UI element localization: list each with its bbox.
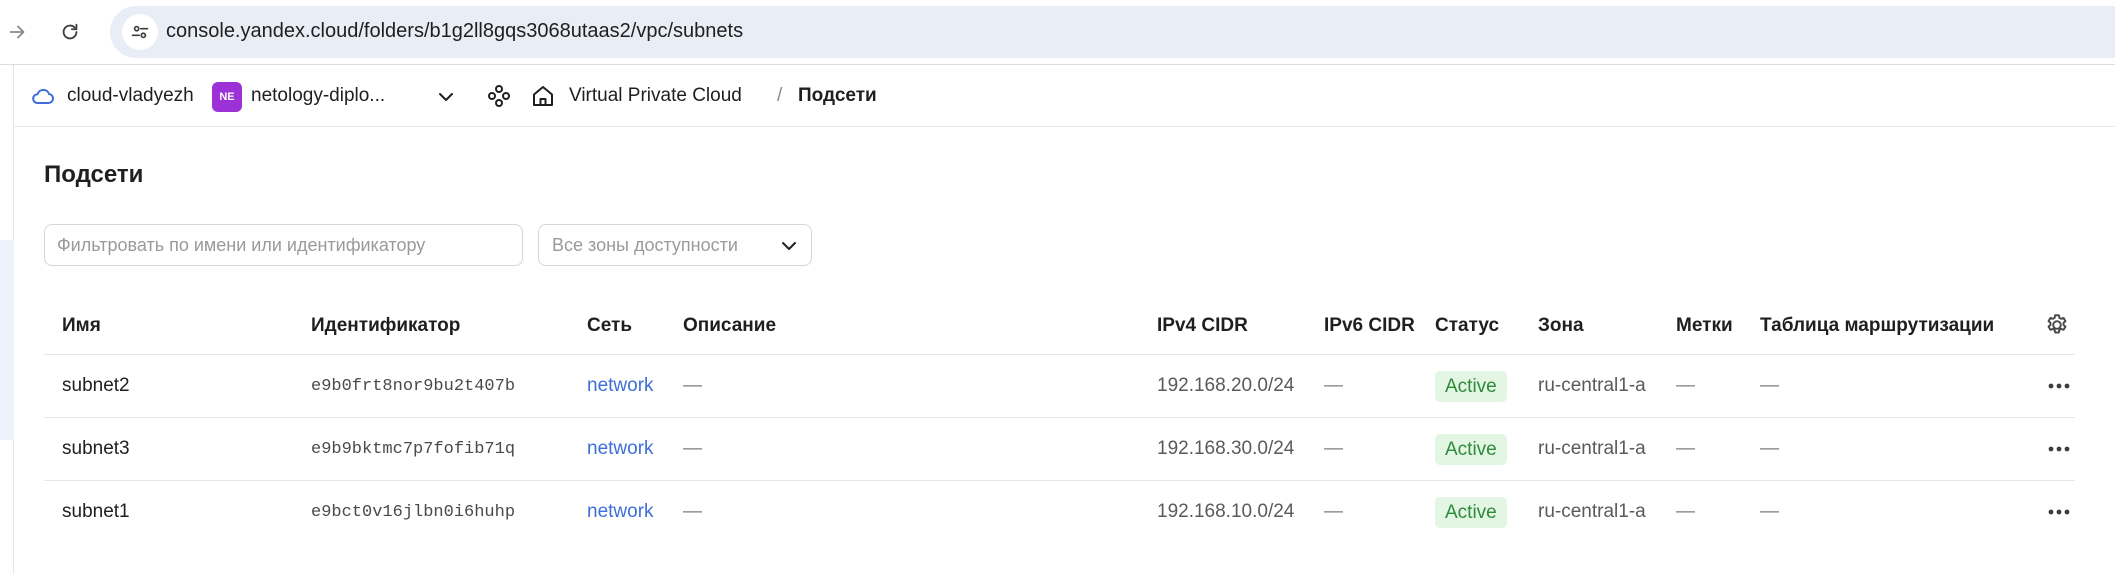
- address-bar[interactable]: console.yandex.cloud/folders/b1g2ll8gqs3…: [110, 6, 2115, 58]
- status-badge: Active: [1435, 497, 1507, 528]
- services-icon[interactable]: [486, 83, 512, 109]
- site-info-button[interactable]: [122, 14, 158, 50]
- subnet-id: e9bct0v16jlbn0i6huhp: [311, 503, 516, 522]
- network-link[interactable]: network: [587, 501, 654, 523]
- status-badge: Active: [1435, 434, 1507, 465]
- subnet-zone: ru-central1-a: [1538, 438, 1646, 459]
- table-row[interactable]: subnet1 e9bct0v16jlbn0i6huhp network — 1…: [44, 481, 2075, 544]
- subnet-description: —: [683, 375, 702, 396]
- app-header: cloud-vladyezh NE netology-diplo... Virt…: [14, 65, 2115, 127]
- table-row[interactable]: subnet2 e9b0frt8nor9bu2t407b network — 1…: [44, 355, 2075, 418]
- status-badge: Active: [1435, 371, 1507, 402]
- zone-select-label: Все зоны доступности: [552, 235, 738, 255]
- subnet-ipv4: 192.168.10.0/24: [1157, 501, 1295, 522]
- forward-button[interactable]: [0, 14, 36, 50]
- column-header-ipv6[interactable]: IPv6 CIDR: [1324, 315, 1415, 337]
- more-horizontal-icon: [2048, 446, 2070, 452]
- column-header-name[interactable]: Имя: [62, 315, 101, 337]
- subnet-ipv4: 192.168.30.0/24: [1157, 438, 1295, 459]
- subnet-ipv6: —: [1324, 375, 1343, 396]
- subnet-labels: —: [1676, 438, 1695, 459]
- gear-icon[interactable]: [2044, 312, 2070, 338]
- subnet-id: e9b9bktmc7p7fofib71q: [311, 440, 516, 459]
- browser-toolbar: console.yandex.cloud/folders/b1g2ll8gqs3…: [0, 0, 2115, 64]
- url-text[interactable]: console.yandex.cloud/folders/b1g2ll8gqs3…: [166, 20, 743, 43]
- subnet-ipv6: —: [1324, 501, 1343, 522]
- arrow-right-icon: [9, 25, 25, 39]
- subnet-ipv6: —: [1324, 438, 1343, 459]
- page-title: Подсети: [44, 161, 144, 188]
- network-link[interactable]: network: [587, 375, 654, 397]
- subnets-table: Имя Идентификатор Сеть Описание IPv4 CID…: [44, 295, 2075, 544]
- table-header: Имя Идентификатор Сеть Описание IPv4 CID…: [44, 295, 2075, 355]
- folder-selector[interactable]: netology-diplo...: [251, 85, 385, 107]
- chevron-down-icon: [782, 242, 796, 250]
- subnet-route-table: —: [1760, 438, 1779, 459]
- column-header-labels[interactable]: Метки: [1676, 315, 1733, 337]
- subnet-id: e9b0frt8nor9bu2t407b: [311, 377, 516, 396]
- subnet-description: —: [683, 501, 702, 522]
- subnet-name[interactable]: subnet2: [62, 375, 130, 397]
- subnet-description: —: [683, 438, 702, 459]
- subnet-zone: ru-central1-a: [1538, 501, 1646, 522]
- column-header-status[interactable]: Статус: [1435, 315, 1499, 337]
- column-header-network[interactable]: Сеть: [587, 315, 632, 337]
- folder-avatar: NE: [212, 82, 242, 112]
- subnet-name[interactable]: subnet3: [62, 438, 130, 460]
- table-row[interactable]: subnet3 e9b9bktmc7p7fofib71q network — 1…: [44, 418, 2075, 481]
- row-actions-button[interactable]: [2044, 373, 2074, 399]
- subnet-name[interactable]: subnet1: [62, 501, 130, 523]
- zone-select[interactable]: Все зоны доступности: [538, 224, 812, 266]
- network-link[interactable]: network: [587, 438, 654, 460]
- column-header-ipv4[interactable]: IPv4 CIDR: [1157, 315, 1248, 337]
- column-header-zone[interactable]: Зона: [1538, 315, 1584, 337]
- reload-button[interactable]: [52, 14, 88, 50]
- cloud-selector[interactable]: cloud-vladyezh: [67, 85, 194, 107]
- subnet-labels: —: [1676, 501, 1695, 522]
- subnet-ipv4: 192.168.20.0/24: [1157, 375, 1295, 396]
- subnet-labels: —: [1676, 375, 1695, 396]
- reload-icon: [62, 23, 78, 40]
- row-actions-button[interactable]: [2044, 499, 2074, 525]
- tune-icon: [131, 25, 149, 39]
- filter-input[interactable]: [44, 224, 523, 266]
- more-horizontal-icon: [2048, 383, 2070, 389]
- cloud-icon: [32, 88, 54, 104]
- column-header-route-table[interactable]: Таблица маршрутизации: [1760, 315, 1994, 337]
- subnet-route-table: —: [1760, 501, 1779, 522]
- more-horizontal-icon: [2048, 509, 2070, 515]
- breadcrumb-current: Подсети: [798, 85, 877, 106]
- column-header-id[interactable]: Идентификатор: [311, 315, 460, 337]
- home-icon[interactable]: [530, 83, 556, 109]
- subnet-zone: ru-central1-a: [1538, 375, 1646, 396]
- breadcrumb-separator: /: [777, 85, 783, 106]
- chevron-down-icon[interactable]: [434, 85, 458, 109]
- left-sidebar-accent: [0, 240, 14, 440]
- row-actions-button[interactable]: [2044, 436, 2074, 462]
- breadcrumb-vpc[interactable]: Virtual Private Cloud: [569, 85, 742, 107]
- column-header-description[interactable]: Описание: [683, 315, 776, 337]
- subnet-route-table: —: [1760, 375, 1779, 396]
